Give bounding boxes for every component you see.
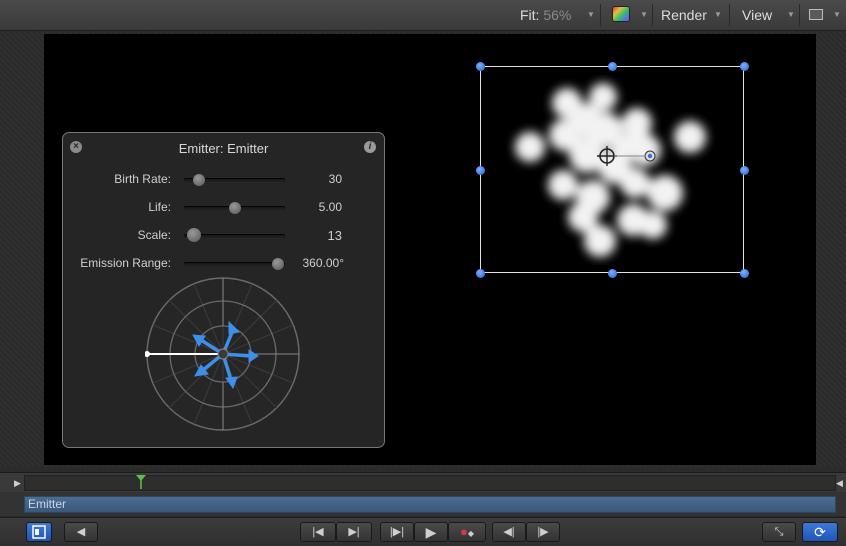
panel-icon xyxy=(32,525,46,539)
transform-handle-bottom[interactable] xyxy=(607,268,617,278)
slider-knob[interactable] xyxy=(271,258,284,270)
transform-handle-left[interactable] xyxy=(475,165,485,175)
birth-rate-slider[interactable] xyxy=(184,174,285,186)
audio-button[interactable]: ◀ xyxy=(64,522,98,542)
record-icon: ● xyxy=(459,524,468,539)
info-icon[interactable]: i xyxy=(364,141,376,153)
slider-knob[interactable] xyxy=(193,174,206,186)
loop-icon: ⟳ xyxy=(814,524,826,540)
emission-range-row: Emission Range: 360.00° xyxy=(63,253,384,273)
play-button[interactable]: ▶ xyxy=(414,522,448,542)
render-popup[interactable]: Render xyxy=(661,7,707,23)
play-from-start-icon: |▶| xyxy=(389,526,405,538)
divider xyxy=(600,4,601,26)
layer-bar[interactable]: Emitter xyxy=(24,496,836,513)
birth-rate-label: Birth Rate: xyxy=(114,172,171,186)
full-screen-button[interactable]: ⤡ xyxy=(762,522,796,542)
emission-range-slider[interactable] xyxy=(184,258,285,270)
scale-value[interactable]: 13 xyxy=(328,228,342,243)
slider-knob[interactable] xyxy=(228,202,241,214)
emission-range-value[interactable]: 360.00° xyxy=(302,256,344,270)
emission-range-label: Emission Range: xyxy=(80,256,171,270)
viewer-layout-icon[interactable] xyxy=(809,9,823,20)
chevron-down-icon: ▼ xyxy=(640,10,648,19)
transform-handle-bottom-right[interactable] xyxy=(739,268,749,278)
transform-handle-top-left[interactable] xyxy=(475,61,485,71)
slider-knob[interactable] xyxy=(187,228,202,242)
play-range-out-icon[interactable]: ◀ xyxy=(836,478,843,489)
transform-handle-right[interactable] xyxy=(739,165,749,175)
scale-row: Scale: 13 xyxy=(63,225,384,245)
scale-slider[interactable] xyxy=(184,228,285,242)
speaker-icon: ◀ xyxy=(76,526,86,538)
chevron-down-icon: ▼ xyxy=(787,10,795,19)
chevron-down-icon: ▼ xyxy=(833,10,841,19)
previous-frame-button[interactable]: ◀| xyxy=(492,522,526,542)
birth-rate-row: Birth Rate: 30 xyxy=(63,169,384,189)
life-row: Life: 5.00 xyxy=(63,197,384,217)
step-back-icon: ◀| xyxy=(503,526,515,538)
next-frame-button[interactable]: |▶ xyxy=(526,522,560,542)
keyframe-icon: ◆ xyxy=(467,529,474,538)
transport-bar: ◀ |◀ ▶| |▶| ▶ ●◆ ◀| |▶ ⤡ ⟳ xyxy=(0,517,846,546)
go-to-start-icon: |◀ xyxy=(312,526,324,538)
go-to-start-button[interactable]: |◀ xyxy=(300,522,336,542)
life-value[interactable]: 5.00 xyxy=(319,200,342,214)
view-popup[interactable]: View xyxy=(742,7,772,23)
expand-icon: ⤡ xyxy=(774,526,784,538)
life-slider[interactable] xyxy=(184,202,285,214)
play-icon: ▶ xyxy=(425,524,437,540)
show-timing-pane-button[interactable] xyxy=(26,522,52,542)
divider xyxy=(729,4,730,26)
fit-label: Fit: xyxy=(520,7,540,23)
scale-label: Scale: xyxy=(137,228,171,242)
chevron-down-icon: ▼ xyxy=(587,10,595,19)
play-from-start-button[interactable]: |▶| xyxy=(380,522,414,542)
transform-bounding-box[interactable] xyxy=(480,66,744,273)
record-button[interactable]: ●◆ xyxy=(448,522,486,542)
viewer-toolbar: Fit: 56% ▼ ▼ Render ▼ View ▼ ▼ xyxy=(0,0,846,31)
playhead-icon[interactable] xyxy=(136,475,146,489)
fit-value: 56% xyxy=(543,7,572,23)
emission-angle-wheel[interactable] xyxy=(145,276,301,432)
go-to-end-icon: ▶| xyxy=(348,526,360,538)
fit-zoom-popup[interactable]: Fit: 56% xyxy=(520,7,571,23)
transform-handle-top[interactable] xyxy=(607,61,617,71)
step-forward-icon: |▶ xyxy=(537,526,549,538)
birth-rate-value[interactable]: 30 xyxy=(329,172,342,186)
mini-timeline: ▶ ◀ xyxy=(0,472,846,493)
divider xyxy=(652,4,653,26)
transform-handle-bottom-left[interactable] xyxy=(475,268,485,278)
color-channels-icon[interactable] xyxy=(613,7,629,21)
go-to-end-button[interactable]: ▶| xyxy=(336,522,372,542)
chevron-down-icon: ▼ xyxy=(714,10,722,19)
transform-handle-top-right[interactable] xyxy=(739,61,749,71)
life-label: Life: xyxy=(148,200,171,214)
hud-title: Emitter: Emitter xyxy=(178,141,269,156)
loop-playback-button[interactable]: ⟳ xyxy=(802,522,838,542)
divider xyxy=(799,4,800,26)
emitter-hud: × Emitter: Emitter i Birth Rate: 30 Life… xyxy=(62,132,385,448)
play-range-in-icon[interactable]: ▶ xyxy=(14,478,21,489)
